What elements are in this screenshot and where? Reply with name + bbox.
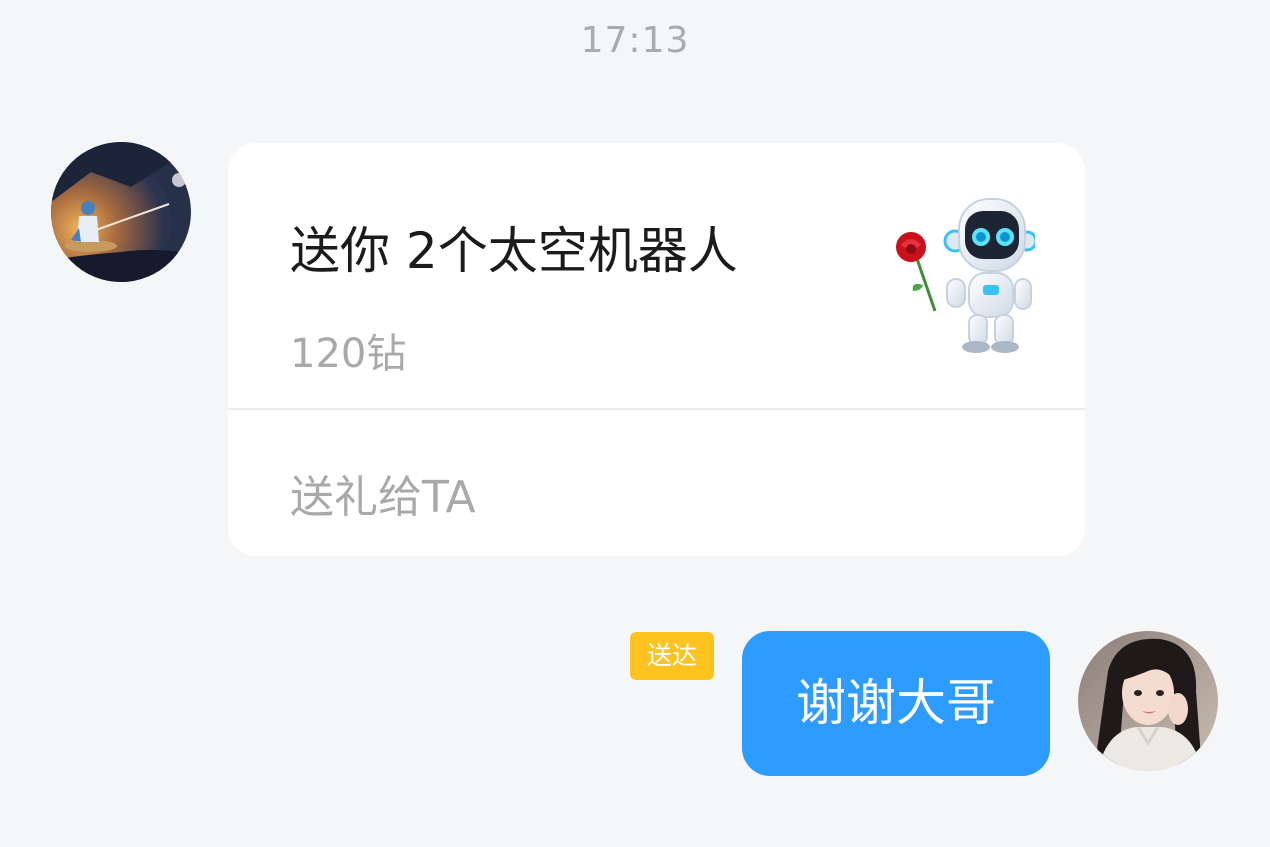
gift-title: 送你 2个太空机器人 xyxy=(290,222,738,280)
gift-image xyxy=(883,193,1038,355)
delivered-status-badge: 送达 xyxy=(630,632,714,680)
gift-message-card[interactable]: 送你 2个太空机器人 120钻 送礼给TA xyxy=(228,143,1085,556)
timestamp: 17:13 xyxy=(580,20,690,61)
space-robot-with-rose-icon xyxy=(896,198,1038,353)
send-gift-button[interactable]: 送礼给TA xyxy=(290,461,476,525)
gift-price: 120钻 xyxy=(290,331,407,377)
sent-message-bubble[interactable]: 谢谢大哥 xyxy=(742,631,1050,776)
gift-card-divider xyxy=(228,408,1085,410)
avatar-girl-photo-icon xyxy=(1078,631,1218,771)
sender-avatar[interactable] xyxy=(51,142,191,282)
avatar-fisherman-night-icon xyxy=(51,142,191,282)
user-avatar[interactable] xyxy=(1078,631,1218,771)
